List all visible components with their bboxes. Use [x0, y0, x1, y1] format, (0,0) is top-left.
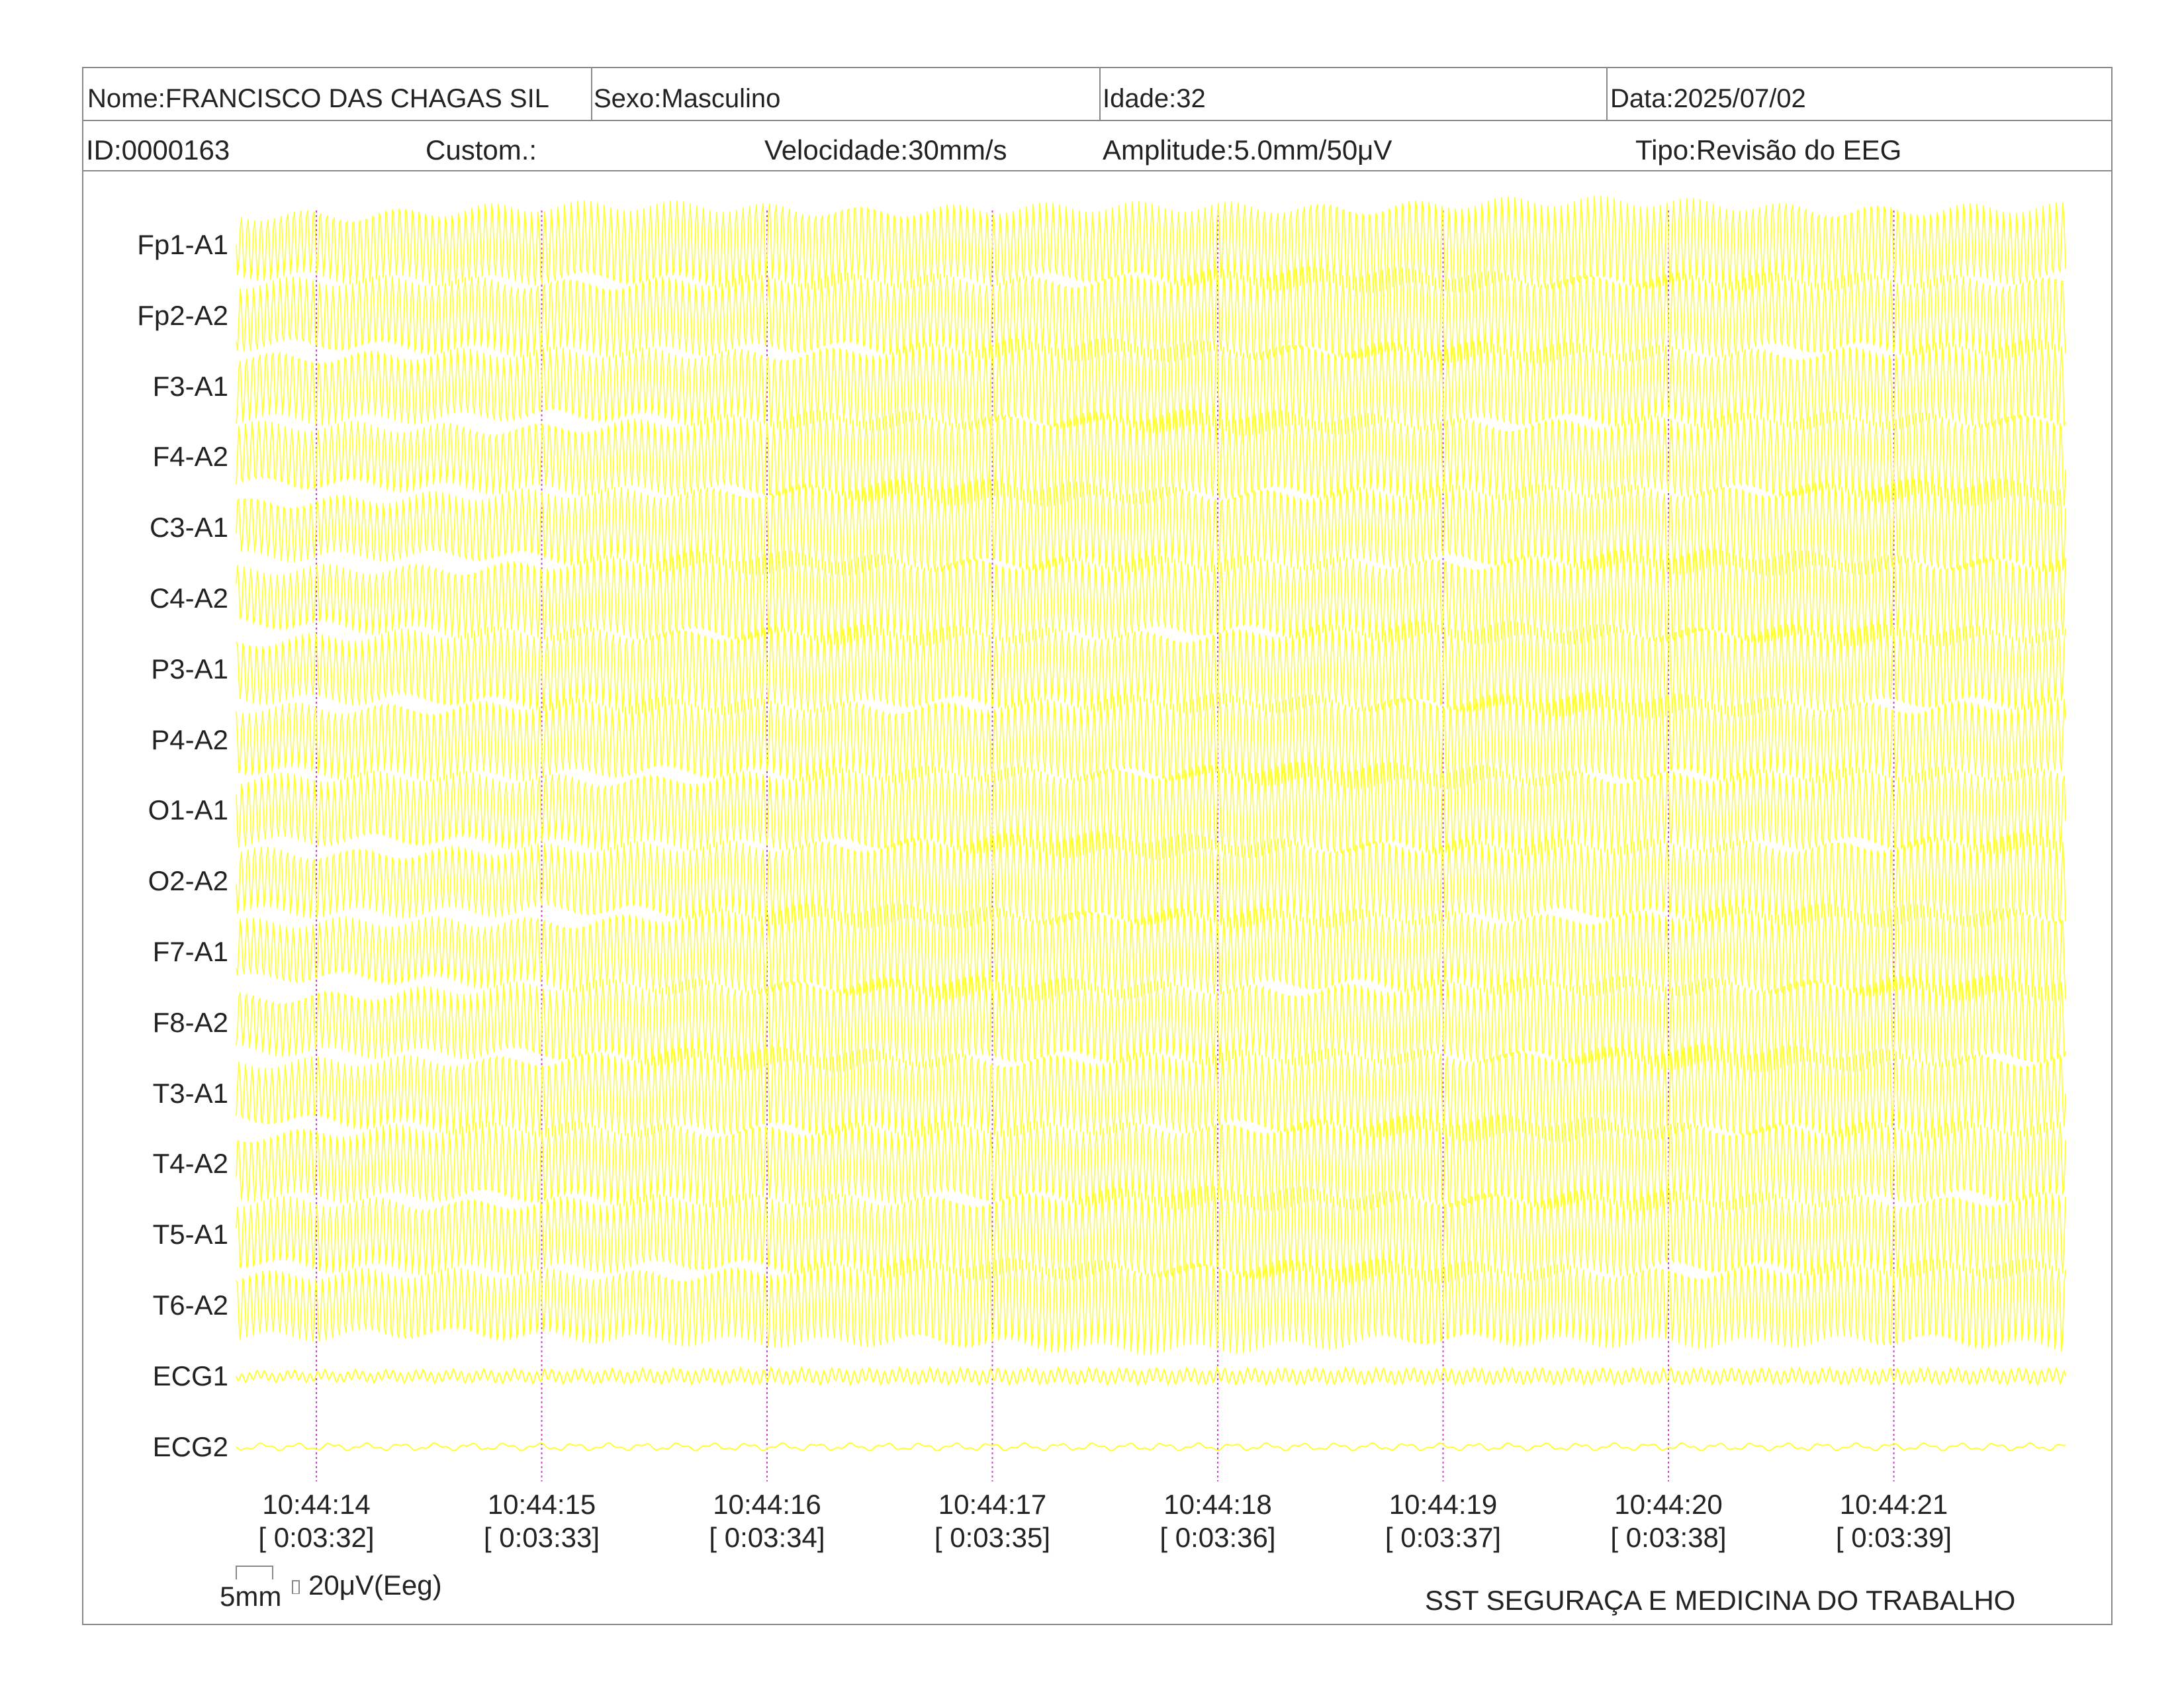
channel-label: ECG2 — [152, 1430, 228, 1462]
time-tick-label: 10:44:19 — [1388, 1489, 1498, 1520]
channel-label: F8-A2 — [152, 1006, 228, 1038]
trace-t5-a1 — [236, 1185, 2066, 1284]
elapsed-tick-label: [ 0:03:36] — [1160, 1522, 1276, 1554]
trace-ecg1 — [236, 1366, 2066, 1387]
channel-label: C4-A2 — [149, 583, 228, 614]
trace-c4-a2 — [236, 549, 2066, 646]
time-tick-label: 10:44:18 — [1163, 1489, 1272, 1520]
trace-ecg2 — [236, 1442, 2066, 1452]
trace-f3-a1 — [236, 338, 2066, 436]
channel-label: T3-A1 — [152, 1077, 228, 1109]
channel-label: T5-A1 — [152, 1219, 228, 1250]
trace-c3-a1 — [236, 479, 2066, 577]
channel-label: F4-A2 — [152, 441, 228, 473]
channel-label: C3-A1 — [149, 512, 228, 543]
channel-label: Fp1-A1 — [137, 229, 228, 260]
elapsed-tick-label: [ 0:03:39] — [1835, 1522, 1952, 1554]
time-tick-label: 10:44:21 — [1839, 1489, 1948, 1520]
elapsed-tick-label: [ 0:03:37] — [1385, 1522, 1502, 1554]
time-tick-label: 10:44:16 — [713, 1489, 821, 1520]
channel-label: O2-A2 — [148, 865, 228, 897]
channel-label: O1-A1 — [148, 794, 228, 826]
channel-label: F7-A1 — [152, 936, 228, 967]
time-tick: 10:44:20[ 0:03:38] — [1582, 1488, 1754, 1555]
scale-time-label: 5mm — [220, 1581, 282, 1612]
trace-p3-a1 — [236, 620, 2066, 719]
time-tick-label: 10:44:14 — [262, 1489, 371, 1520]
time-tick: 10:44:18[ 0:03:36] — [1132, 1488, 1304, 1555]
channel-label: F3-A1 — [152, 370, 228, 402]
company-name: SST SEGURAÇA E MEDICINA DO TRABALHO — [1425, 1585, 2016, 1616]
elapsed-tick-label: [ 0:03:32] — [258, 1522, 375, 1554]
time-tick: 10:44:19[ 0:03:37] — [1357, 1488, 1529, 1555]
trace-f4-a2 — [236, 409, 2066, 507]
elapsed-tick-label: [ 0:03:34] — [709, 1522, 825, 1554]
time-tick: 10:44:21[ 0:03:39] — [1808, 1488, 1980, 1555]
time-tick-label: 10:44:20 — [1614, 1489, 1723, 1520]
time-tick-label: 10:44:15 — [487, 1489, 596, 1520]
time-tick-label: 10:44:17 — [938, 1489, 1047, 1520]
time-tick: 10:44:15[ 0:03:33] — [456, 1488, 628, 1555]
trace-t3-a1 — [236, 1044, 2066, 1143]
scale-amplitude-label: 20μV(Eeg) — [308, 1570, 442, 1601]
trace-t4-a2 — [236, 1114, 2066, 1211]
elapsed-tick-label: [ 0:03:35] — [934, 1522, 1051, 1554]
time-tick: 10:44:16[ 0:03:34] — [681, 1488, 853, 1555]
channel-label: ECG1 — [152, 1360, 228, 1391]
channel-label: Fp2-A2 — [137, 299, 228, 331]
channel-label: T6-A2 — [152, 1289, 228, 1321]
eeg-traces — [236, 195, 2066, 1481]
elapsed-tick-label: [ 0:03:38] — [1610, 1522, 1727, 1554]
channel-label: P4-A2 — [151, 724, 228, 755]
channel-label: P3-A1 — [151, 653, 228, 684]
elapsed-tick-label: [ 0:03:33] — [483, 1522, 600, 1554]
time-tick: 10:44:17[ 0:03:35] — [907, 1488, 1079, 1555]
channel-label: T4-A2 — [152, 1148, 228, 1180]
trace-p4-a2 — [236, 692, 2066, 789]
time-tick: 10:44:14[ 0:03:32] — [230, 1488, 402, 1555]
